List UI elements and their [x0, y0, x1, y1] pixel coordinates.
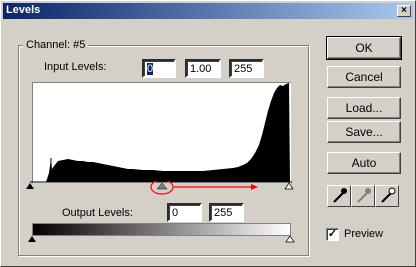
save-button[interactable]: Save... — [327, 121, 401, 143]
output-white-slider — [285, 236, 295, 243]
input-levels-label: Input Levels: — [44, 61, 106, 73]
gray-eyedropper-icon — [357, 188, 371, 203]
channel-value: #5 — [73, 39, 86, 51]
input-black-slider — [26, 183, 34, 189]
gray-eyedropper-button[interactable] — [351, 185, 375, 207]
title-bar[interactable]: Levels × — [3, 3, 413, 19]
white-eyedropper-button[interactable] — [375, 185, 399, 207]
auto-button[interactable]: Auto — [327, 152, 401, 174]
output-slider-track[interactable] — [28, 236, 298, 244]
ok-button[interactable]: OK — [326, 36, 402, 60]
load-button[interactable]: Load... — [327, 97, 401, 119]
input-levels-label-text: Input Levels: — [44, 61, 107, 73]
input-white-field[interactable]: 255 — [229, 59, 264, 78]
histogram — [32, 82, 291, 183]
cancel-button[interactable]: Cancel — [327, 66, 401, 88]
input-white-slider — [284, 182, 294, 190]
histogram-graph — [33, 83, 290, 182]
window-title: Levels — [6, 4, 41, 16]
channel-label-text: Channel: — [26, 39, 71, 51]
output-black-slider — [28, 236, 36, 242]
preview-label[interactable]: Preview — [344, 228, 383, 240]
preview-checkbox[interactable]: ✓ — [326, 228, 339, 241]
input-black-field[interactable]: 0 — [142, 59, 176, 78]
input-gamma-slider — [156, 182, 168, 190]
output-gradient-bar — [32, 223, 291, 236]
close-button[interactable]: × — [397, 5, 411, 17]
black-eyedropper-icon — [333, 188, 347, 203]
input-black-value: 0 — [147, 63, 154, 75]
levels-dialog: Levels × Channel: #5 Input Levels: 0 1.0… — [0, 0, 416, 267]
annotation-arrow-head — [251, 184, 258, 190]
black-eyedropper-button[interactable] — [327, 185, 351, 207]
input-slider-track[interactable] — [26, 181, 301, 195]
output-black-field[interactable]: 0 — [167, 203, 202, 222]
histogram-shape — [33, 83, 290, 182]
output-levels-label: Output Levels: — [62, 207, 133, 219]
white-eyedropper-icon — [381, 187, 396, 203]
input-gamma-field[interactable]: 1.00 — [185, 59, 221, 78]
channel-label: Channel: #5 — [23, 39, 89, 51]
output-white-field[interactable]: 255 — [209, 203, 244, 222]
